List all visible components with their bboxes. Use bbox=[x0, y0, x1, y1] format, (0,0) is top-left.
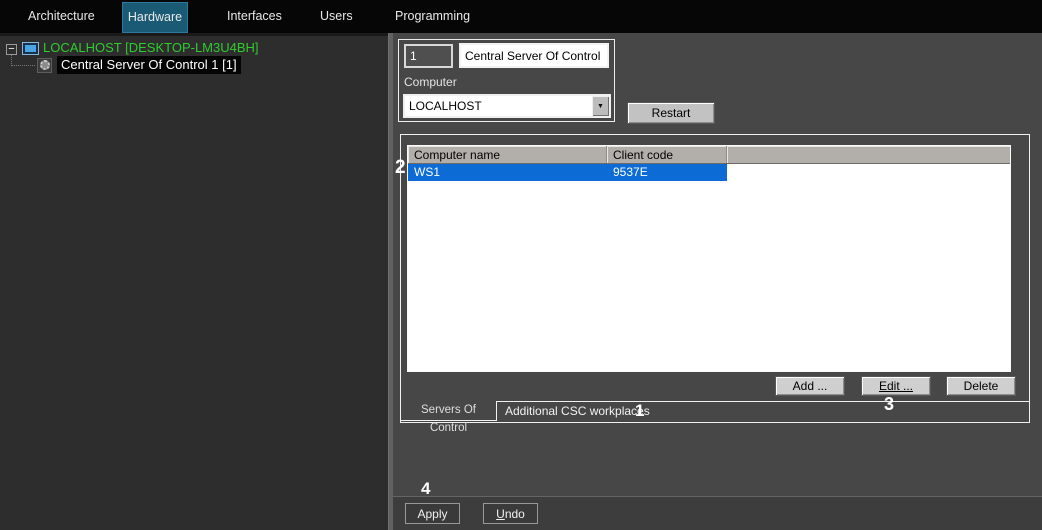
apply-button[interactable]: Apply bbox=[405, 503, 460, 524]
table-row[interactable]: WS1 9537E bbox=[408, 164, 1010, 181]
table-header-row: Computer name Client code bbox=[408, 146, 1010, 164]
tab-interfaces[interactable]: Interfaces bbox=[227, 0, 282, 33]
restart-button[interactable]: Restart bbox=[627, 102, 715, 124]
delete-button[interactable]: Delete bbox=[946, 376, 1016, 396]
computer-select-value: LOCALHOST bbox=[405, 99, 592, 113]
undo-label-rest: ndo bbox=[505, 507, 525, 521]
hardware-tree-panel bbox=[0, 33, 388, 530]
tab-additional-csc-workplaces[interactable]: Additional CSC workplaces bbox=[505, 404, 650, 418]
add-button[interactable]: Add ... bbox=[775, 376, 845, 396]
dropdown-arrow-icon[interactable]: ▼ bbox=[592, 96, 609, 116]
tab-architecture[interactable]: Architecture bbox=[28, 0, 95, 33]
tree-node-localhost[interactable]: LOCALHOST [DESKTOP-LM3U4BH] bbox=[43, 40, 259, 55]
workplaces-table: Computer name Client code WS1 9537E bbox=[407, 145, 1011, 372]
annotation-3: 3 bbox=[884, 394, 894, 415]
tab-servers-of-control[interactable]: Servers Of Control bbox=[400, 401, 497, 421]
edit-button-label: Edit ... bbox=[879, 379, 913, 393]
column-header-client-code[interactable]: Client code bbox=[607, 146, 727, 163]
column-header-computer-name[interactable]: Computer name bbox=[408, 146, 607, 163]
cell-computer-name: WS1 bbox=[408, 164, 607, 181]
edit-button[interactable]: Edit ... bbox=[861, 376, 931, 396]
application-window: Architecture Hardware Interfaces Users P… bbox=[0, 0, 1042, 530]
tree-node-central-server[interactable]: Central Server Of Control 1 [1] bbox=[57, 56, 241, 74]
computer-icon bbox=[22, 42, 39, 55]
cell-client-code: 9537E bbox=[607, 164, 727, 181]
undo-accelerator: U bbox=[496, 507, 505, 521]
undo-button[interactable]: Undo bbox=[483, 503, 538, 524]
computer-select[interactable]: LOCALHOST ▼ bbox=[403, 94, 611, 118]
gear-icon bbox=[37, 58, 52, 73]
tree-connector bbox=[12, 65, 35, 66]
server-id-field[interactable] bbox=[404, 44, 453, 68]
tree-collapse-icon[interactable]: − bbox=[6, 44, 17, 55]
selected-row-highlight: WS1 9537E bbox=[408, 164, 727, 181]
column-header-empty[interactable] bbox=[727, 146, 1010, 163]
annotation-1: 1 bbox=[635, 401, 644, 421]
annotation-4: 4 bbox=[421, 479, 430, 499]
annotation-2: 2 bbox=[395, 157, 406, 179]
tab-hardware[interactable]: Hardware bbox=[122, 2, 188, 33]
tab-users[interactable]: Users bbox=[320, 0, 353, 33]
tab-programming[interactable]: Programming bbox=[395, 0, 470, 33]
top-tab-bar: Architecture Hardware Interfaces Users P… bbox=[0, 0, 1042, 33]
computer-label: Computer bbox=[404, 75, 457, 89]
server-name-field[interactable] bbox=[459, 43, 609, 68]
